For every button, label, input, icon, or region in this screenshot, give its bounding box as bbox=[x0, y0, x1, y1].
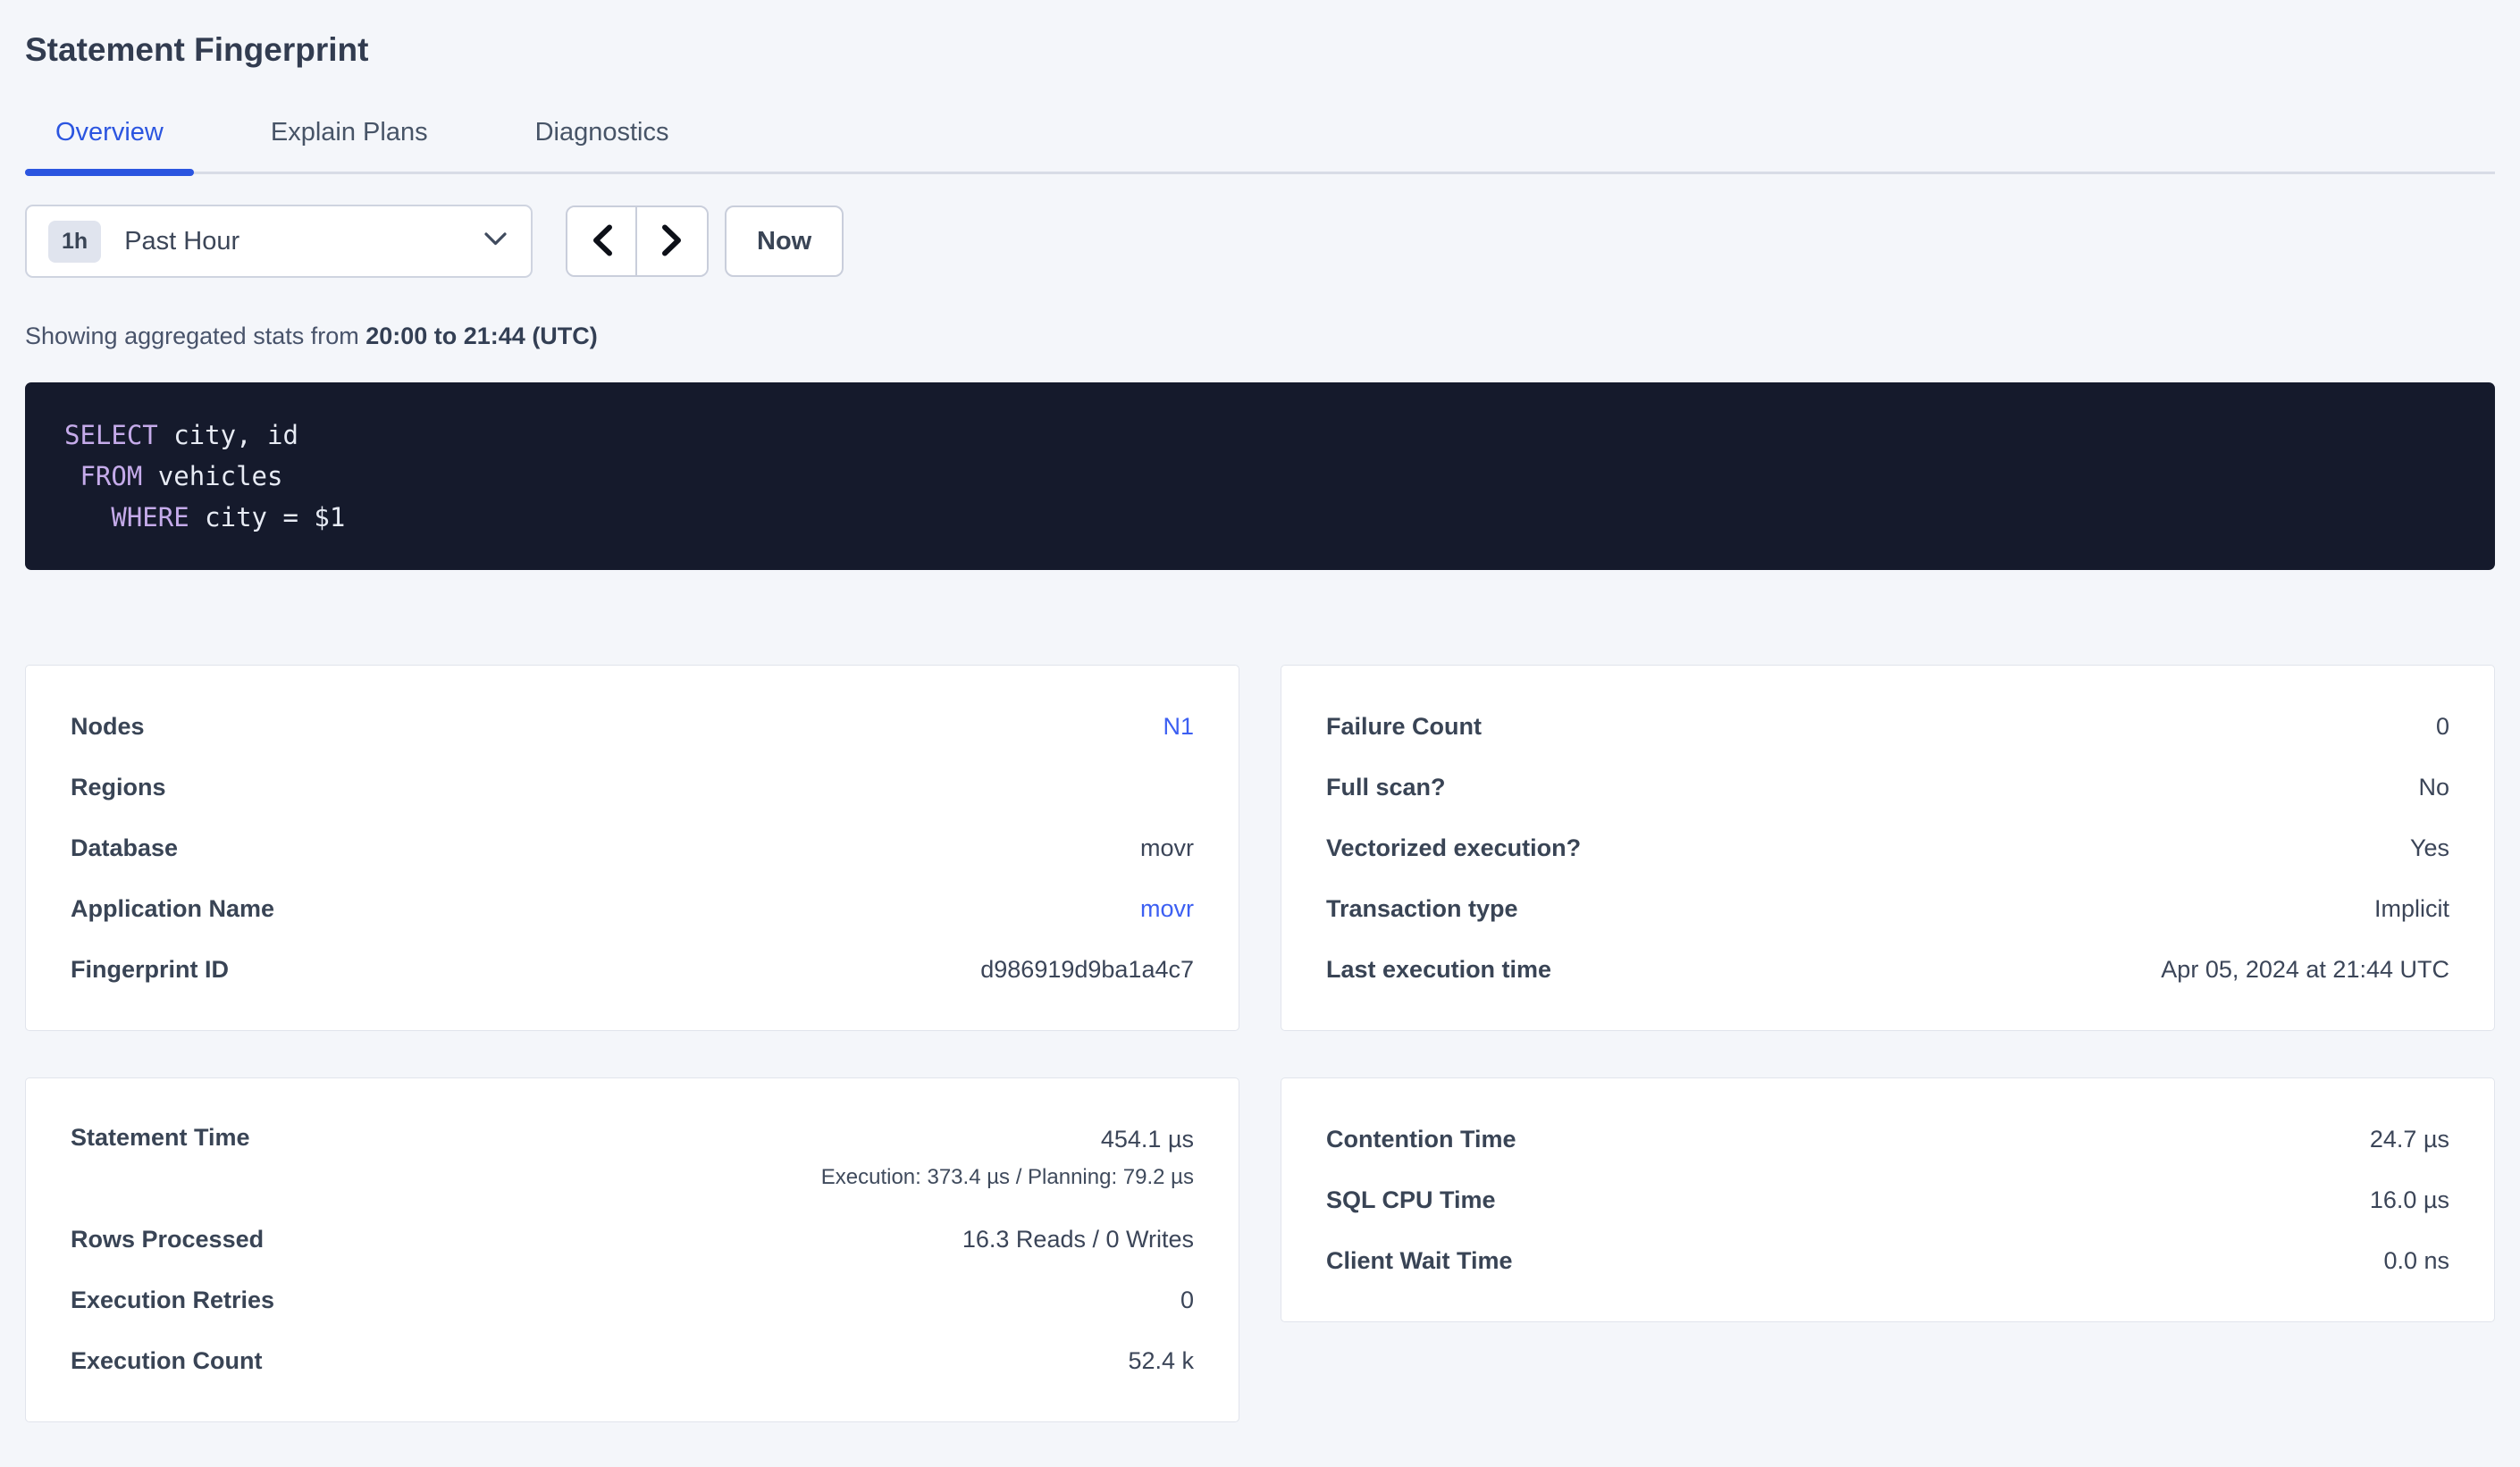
page-title: Statement Fingerprint bbox=[25, 29, 2495, 71]
sql-text: city = $1 bbox=[189, 502, 346, 532]
row-label: Failure Count bbox=[1326, 713, 1482, 741]
table-row: Execution Retries 0 bbox=[26, 1270, 1239, 1330]
row-label: Regions bbox=[71, 774, 166, 801]
sql-keyword: FROM bbox=[80, 461, 142, 491]
client-wait-time-value: 0.0 ns bbox=[2383, 1247, 2449, 1275]
tab-overview[interactable]: Overview bbox=[25, 118, 194, 172]
sql-line: FROM vehicles bbox=[64, 456, 2456, 497]
table-row: Fingerprint ID d986919d9ba1a4c7 bbox=[26, 939, 1239, 1000]
sql-keyword: WHERE bbox=[111, 502, 189, 532]
table-row: Application Name movr bbox=[26, 878, 1239, 939]
application-name-link[interactable]: movr bbox=[1140, 895, 1194, 923]
prev-interval-button[interactable] bbox=[567, 207, 637, 275]
time-preset-label: Past Hour bbox=[124, 227, 483, 256]
sql-statement-box: SELECT city, id FROM vehicles WHERE city… bbox=[25, 382, 2495, 570]
table-row: Nodes N1 bbox=[26, 696, 1239, 757]
row-label: Application Name bbox=[71, 895, 274, 923]
row-label: Full scan? bbox=[1326, 774, 1446, 801]
statement-time-breakdown: Execution: 373.4 µs / Planning: 79.2 µs bbox=[821, 1163, 1194, 1192]
sql-line: WHERE city = $1 bbox=[64, 497, 2456, 538]
table-row: Execution Count 52.4 k bbox=[26, 1330, 1239, 1391]
table-row: Transaction type Implicit bbox=[1281, 878, 2494, 939]
table-row: Contention Time 24.7 µs bbox=[1281, 1109, 2494, 1169]
statement-fingerprint-page: Statement Fingerprint Overview Explain P… bbox=[0, 29, 2520, 1422]
now-button[interactable]: Now bbox=[725, 205, 844, 277]
table-row: Full scan? No bbox=[1281, 757, 2494, 817]
time-range-select[interactable]: 1h Past Hour bbox=[25, 205, 533, 278]
stats-prefix: Showing aggregated stats from bbox=[25, 323, 365, 349]
row-label: Vectorized execution? bbox=[1326, 834, 1581, 862]
transaction-type-value: Implicit bbox=[2374, 895, 2449, 923]
aggregated-stats-line: Showing aggregated stats from 20:00 to 2… bbox=[25, 323, 2495, 350]
row-label: Transaction type bbox=[1326, 895, 1518, 923]
sql-cpu-time-value: 16.0 µs bbox=[2370, 1186, 2449, 1214]
tab-explain-plans[interactable]: Explain Plans bbox=[240, 118, 458, 172]
last-execution-time-value: Apr 05, 2024 at 21:44 UTC bbox=[2161, 956, 2449, 984]
sql-text: vehicles bbox=[142, 461, 282, 491]
database-value: movr bbox=[1140, 834, 1194, 862]
statement-time-value: 454.1 µs bbox=[1101, 1124, 1194, 1154]
row-label: Database bbox=[71, 834, 178, 862]
row-label: Last execution time bbox=[1326, 956, 1551, 984]
timing-card: Statement Time 454.1 µs Execution: 373.4… bbox=[25, 1077, 1239, 1422]
table-row: Last execution time Apr 05, 2024 at 21:4… bbox=[1281, 939, 2494, 1000]
chevron-down-icon bbox=[483, 231, 508, 251]
table-row: Regions bbox=[26, 757, 1239, 817]
row-label: SQL CPU Time bbox=[1326, 1186, 1496, 1214]
time-preset-badge: 1h bbox=[48, 221, 101, 263]
table-row: Client Wait Time 0.0 ns bbox=[1281, 1230, 2494, 1291]
table-row: Statement Time 454.1 µs Execution: 373.4… bbox=[26, 1109, 1239, 1209]
table-row: SQL CPU Time 16.0 µs bbox=[1281, 1169, 2494, 1230]
next-interval-button[interactable] bbox=[637, 207, 707, 275]
time-controls: 1h Past Hour Now bbox=[25, 205, 2495, 278]
sql-line: SELECT city, id bbox=[64, 415, 2456, 456]
execution-retries-value: 0 bbox=[1180, 1287, 1194, 1314]
row-label: Execution Count bbox=[71, 1347, 263, 1375]
row-label: Nodes bbox=[71, 713, 145, 741]
sql-keyword: SELECT bbox=[64, 420, 158, 450]
row-label: Contention Time bbox=[1326, 1126, 1516, 1153]
summary-cards-grid: Nodes N1 Regions Database movr Applicati… bbox=[25, 665, 2495, 1422]
row-label: Execution Retries bbox=[71, 1287, 274, 1314]
row-label: Fingerprint ID bbox=[71, 956, 229, 984]
contention-time-value: 24.7 µs bbox=[2370, 1126, 2449, 1153]
table-row: Database movr bbox=[26, 817, 1239, 878]
tab-diagnostics[interactable]: Diagnostics bbox=[505, 118, 700, 172]
stats-time-range: 20:00 to 21:44 (UTC) bbox=[365, 323, 598, 349]
execution-count-value: 52.4 k bbox=[1128, 1347, 1194, 1375]
sql-text: city, id bbox=[158, 420, 298, 450]
wait-times-card: Contention Time 24.7 µs SQL CPU Time 16.… bbox=[1281, 1077, 2495, 1322]
full-scan-value: No bbox=[2418, 774, 2449, 801]
row-label: Statement Time bbox=[71, 1124, 250, 1152]
attributes-card: Failure Count 0 Full scan? No Vectorized… bbox=[1281, 665, 2495, 1031]
time-interval-pager bbox=[566, 205, 709, 277]
row-label: Client Wait Time bbox=[1326, 1247, 1513, 1275]
table-row: Failure Count 0 bbox=[1281, 696, 2494, 757]
table-row: Rows Processed 16.3 Reads / 0 Writes bbox=[26, 1209, 1239, 1270]
vectorized-execution-value: Yes bbox=[2410, 834, 2449, 862]
table-row: Vectorized execution? Yes bbox=[1281, 817, 2494, 878]
chevron-left-icon bbox=[591, 224, 613, 259]
failure-count-value: 0 bbox=[2436, 713, 2449, 741]
nodes-link[interactable]: N1 bbox=[1163, 713, 1194, 741]
chevron-right-icon bbox=[661, 224, 684, 259]
identity-card: Nodes N1 Regions Database movr Applicati… bbox=[25, 665, 1239, 1031]
row-label: Rows Processed bbox=[71, 1226, 264, 1253]
rows-processed-value: 16.3 Reads / 0 Writes bbox=[962, 1226, 1194, 1253]
tab-bar: Overview Explain Plans Diagnostics bbox=[25, 118, 2495, 174]
fingerprint-id-value: d986919d9ba1a4c7 bbox=[980, 956, 1194, 984]
